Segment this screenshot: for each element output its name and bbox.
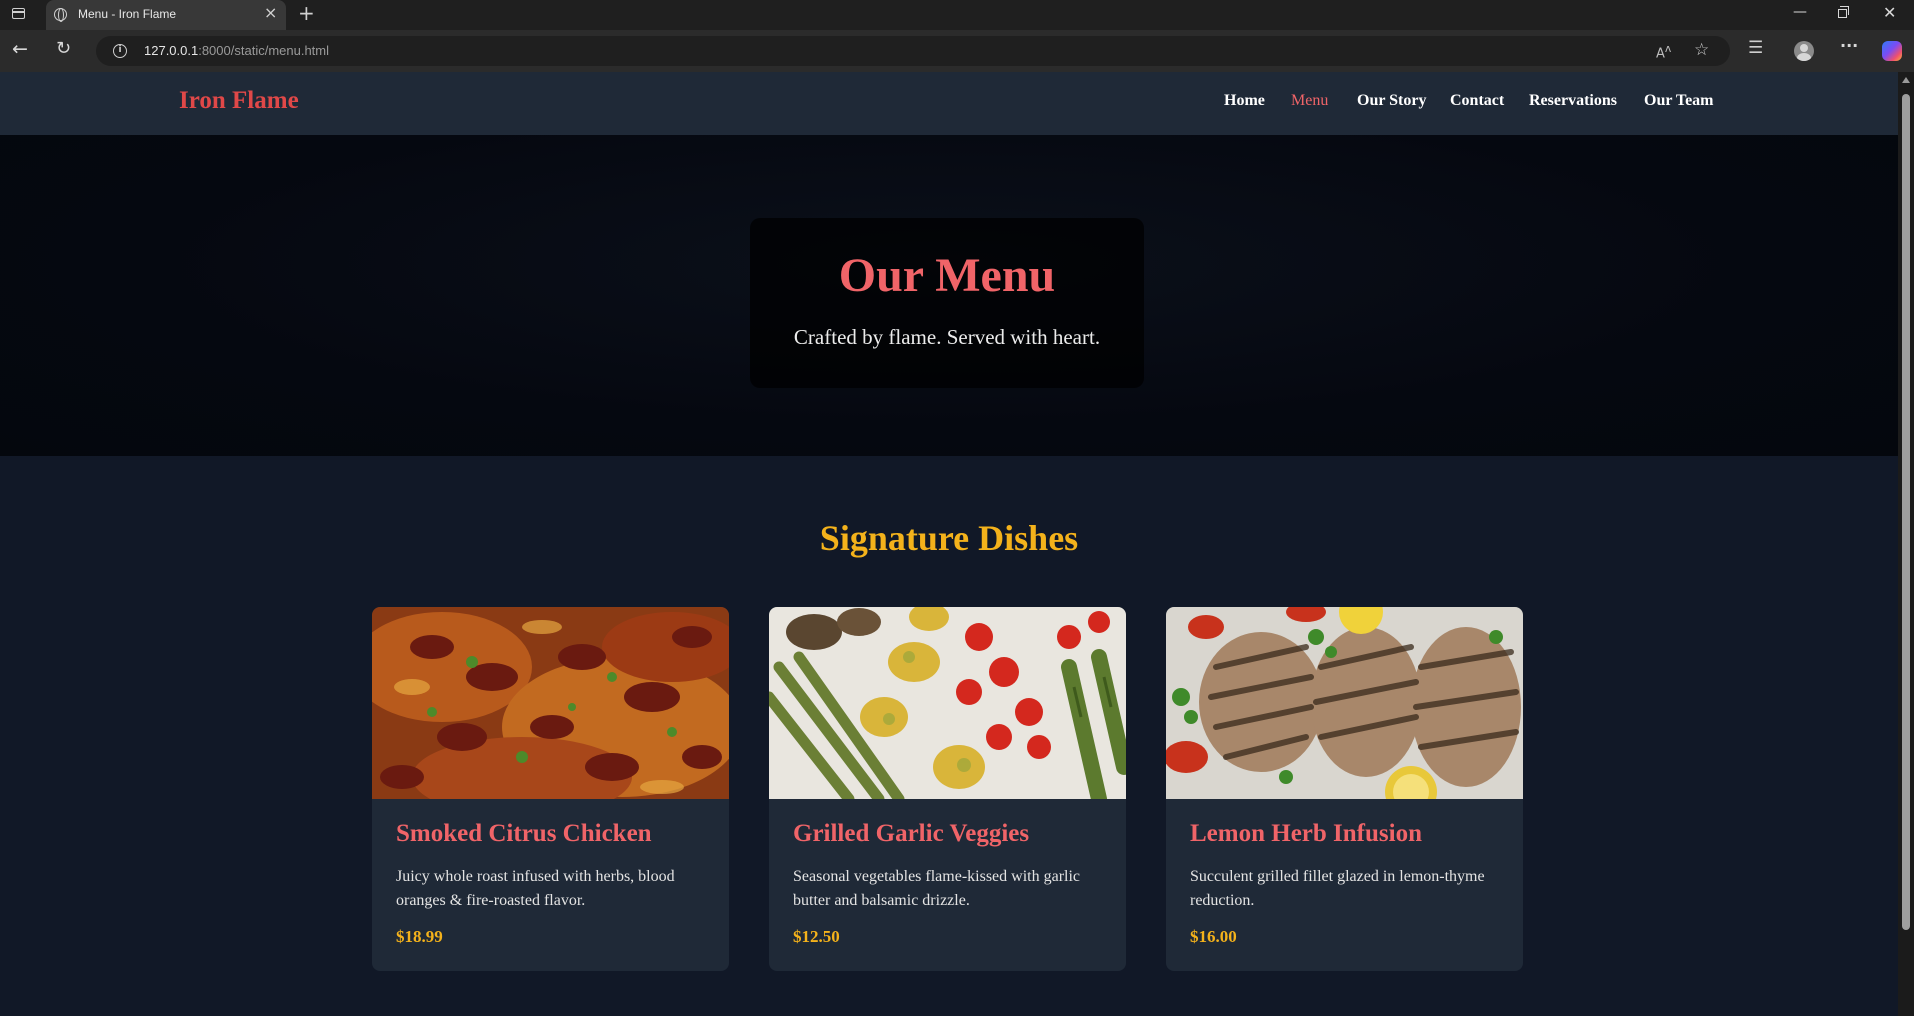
copilot-icon[interactable] bbox=[1882, 41, 1902, 61]
dish-name: Lemon Herb Infusion bbox=[1190, 820, 1422, 847]
hero-subtitle: Crafted by flame. Served with heart. bbox=[793, 325, 1101, 349]
back-arrow-icon[interactable]: ← bbox=[12, 39, 28, 59]
grilled-garlic-veggies-image bbox=[769, 607, 1126, 799]
dish-name: Smoked Citrus Chicken bbox=[396, 820, 652, 847]
window-close-icon[interactable]: ✕ bbox=[1883, 3, 1896, 22]
browser-toolbar: ← ↻ i 127.0.0.1:8000/static/menu.html Aʌ… bbox=[0, 30, 1914, 72]
url-path: :8000/static/menu.html bbox=[198, 43, 330, 58]
favorite-star-icon[interactable]: ☆ bbox=[1694, 40, 1709, 60]
dish-card[interactable]: Smoked Citrus Chicken Juicy whole roast … bbox=[372, 607, 729, 971]
browser-tab-active[interactable]: Menu - Iron Flame × bbox=[46, 0, 286, 30]
tab-actions-icon[interactable] bbox=[12, 8, 25, 19]
dish-price: $12.50 bbox=[793, 927, 840, 946]
section-title: Signature Dishes bbox=[819, 518, 1079, 558]
reload-icon[interactable]: ↻ bbox=[56, 39, 71, 59]
nav-home[interactable]: Home bbox=[1224, 92, 1265, 110]
profile-avatar-icon[interactable] bbox=[1794, 41, 1814, 61]
scrollbar-thumb[interactable] bbox=[1902, 94, 1910, 930]
dish-card[interactable]: Lemon Herb Infusion Succulent grilled fi… bbox=[1166, 607, 1523, 971]
close-tab-icon[interactable]: × bbox=[264, 5, 277, 21]
address-bar[interactable]: i 127.0.0.1:8000/static/menu.html Aʌ ☆ bbox=[96, 36, 1730, 66]
url-host: 127.0.0.1 bbox=[144, 43, 199, 58]
page-viewport: Iron Flame Home Menu Our Story Contact R… bbox=[0, 72, 1898, 1016]
hero-card: Our Menu Crafted by flame. Served with h… bbox=[750, 218, 1144, 388]
scroll-up-arrow-icon[interactable] bbox=[1902, 77, 1910, 83]
browser-tab-strip: Menu - Iron Flame × + — ✕ bbox=[0, 0, 1914, 30]
dish-price: $18.99 bbox=[396, 927, 443, 946]
site-header: Iron Flame Home Menu Our Story Contact R… bbox=[0, 72, 1898, 135]
dish-card[interactable]: Grilled Garlic Veggies Seasonal vegetabl… bbox=[769, 607, 1126, 971]
brand-logo-text[interactable]: Iron Flame bbox=[179, 87, 299, 115]
dish-name: Grilled Garlic Veggies bbox=[793, 820, 1030, 847]
nav-menu[interactable]: Menu bbox=[1291, 92, 1328, 110]
vertical-scrollbar[interactable] bbox=[1898, 72, 1914, 1016]
url-text[interactable]: 127.0.0.1:8000/static/menu.html bbox=[144, 43, 329, 58]
tab-title: Menu - Iron Flame bbox=[78, 7, 177, 21]
site-info-icon[interactable]: i bbox=[113, 44, 127, 58]
lemon-herb-infusion-image bbox=[1166, 607, 1523, 799]
globe-icon bbox=[54, 8, 67, 22]
dish-description: Succulent grilled fillet glazed in lemon… bbox=[1190, 868, 1485, 909]
favorites-list-icon[interactable]: ☰ bbox=[1748, 38, 1763, 58]
read-aloud-icon[interactable]: Aʌ bbox=[1656, 42, 1671, 61]
nav-reservations[interactable]: Reservations bbox=[1529, 92, 1617, 110]
page-title: Our Menu bbox=[838, 249, 1056, 302]
new-tab-icon[interactable]: + bbox=[298, 3, 315, 23]
hero-banner: Our Menu Crafted by flame. Served with h… bbox=[0, 135, 1898, 456]
smoked-citrus-chicken-image bbox=[372, 607, 729, 799]
nav-our-team[interactable]: Our Team bbox=[1644, 92, 1714, 110]
dish-description: Juicy whole roast infused with herbs, bl… bbox=[396, 868, 675, 909]
dish-price: $16.00 bbox=[1190, 927, 1237, 946]
nav-contact[interactable]: Contact bbox=[1450, 92, 1504, 110]
restore-icon[interactable] bbox=[1838, 6, 1849, 18]
minimize-icon[interactable]: — bbox=[1793, 4, 1807, 20]
dish-description: Seasonal vegetables flame-kissed with ga… bbox=[793, 868, 1081, 909]
nav-our-story[interactable]: Our Story bbox=[1357, 92, 1426, 110]
more-menu-icon[interactable]: ··· bbox=[1840, 36, 1858, 55]
